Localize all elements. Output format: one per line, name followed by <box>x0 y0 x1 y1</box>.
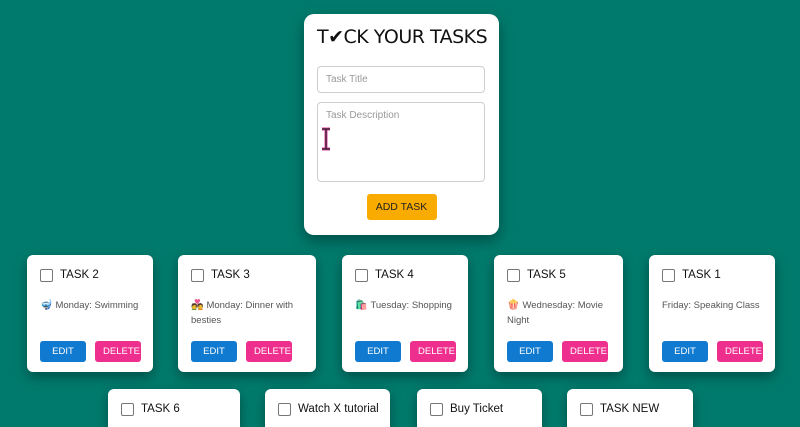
add-task-button[interactable]: ADD TASK <box>366 194 437 220</box>
text-cursor-icon <box>322 127 330 151</box>
edit-button[interactable]: EDIT <box>662 341 708 362</box>
delete-button[interactable]: DELETE <box>717 341 763 362</box>
task-checkbox[interactable] <box>507 268 520 282</box>
shopping-bags-icon: 🛍️ <box>355 300 368 311</box>
task-card: TASK NEW <box>567 389 693 427</box>
task-description: 🤿 Monday: Swimming <box>40 300 139 311</box>
task-card: TASK 3 💑 Monday: Dinner with besties EDIT… <box>178 255 316 372</box>
task-card: Buy Ticket <box>417 389 542 427</box>
delete-button[interactable]: DELETE <box>246 341 292 362</box>
task-checkbox[interactable] <box>355 268 368 282</box>
edit-button[interactable]: EDIT <box>355 341 401 362</box>
couple-icon: 💑 <box>191 300 204 311</box>
task-title-input[interactable] <box>317 66 485 93</box>
task-card: TASK 1 Friday: Speaking Class EDIT DELET… <box>649 255 775 372</box>
app-title: T✔CK YOUR TASKS <box>317 26 488 48</box>
task-checkbox[interactable] <box>121 402 134 416</box>
delete-button[interactable]: DELETE <box>410 341 456 362</box>
edit-button[interactable]: EDIT <box>191 341 237 362</box>
diving-mask-icon: 🤿 <box>40 300 53 311</box>
edit-button[interactable]: EDIT <box>507 341 553 362</box>
task-card: Watch X tutorial <box>265 389 390 427</box>
task-title: Buy Ticket <box>450 403 504 415</box>
task-checkbox[interactable] <box>40 268 53 282</box>
task-title: TASK 5 <box>527 269 566 281</box>
task-checkbox[interactable] <box>662 268 675 282</box>
task-checkbox[interactable] <box>278 402 291 416</box>
task-description: 🍿 Wednesday: Movie Night <box>507 300 604 326</box>
delete-button[interactable]: DELETE <box>562 341 608 362</box>
popcorn-icon: 🍿 <box>507 300 520 311</box>
edit-button[interactable]: EDIT <box>40 341 86 362</box>
task-checkbox[interactable] <box>580 402 593 416</box>
task-description: 💑 Monday: Dinner with besties <box>191 300 294 326</box>
add-task-form: T✔CK YOUR TASKS ADD TASK <box>304 14 499 235</box>
task-card: TASK 5 🍿 Wednesday: Movie Night EDIT DELE… <box>494 255 623 372</box>
task-description-input[interactable] <box>317 102 485 182</box>
task-checkbox[interactable] <box>191 268 204 282</box>
task-title: TASK 3 <box>211 269 250 281</box>
task-title: TASK 4 <box>375 269 414 281</box>
task-title: TASK 6 <box>141 403 180 415</box>
task-checkbox[interactable] <box>430 402 443 416</box>
task-card: TASK 4 🛍️ Tuesday: Shopping EDIT DELETE <box>342 255 468 372</box>
task-card: TASK 2 🤿 Monday: Swimming EDIT DELETE <box>27 255 153 372</box>
task-title: TASK 2 <box>60 269 99 281</box>
task-title: TASK NEW <box>600 403 660 415</box>
task-title: Watch X tutorial <box>298 403 379 415</box>
task-description: Friday: Speaking Class <box>662 300 760 311</box>
task-card: TASK 6 <box>108 389 240 427</box>
task-title: TASK 1 <box>682 269 721 281</box>
delete-button[interactable]: DELETE <box>95 341 141 362</box>
task-description: 🛍️ Tuesday: Shopping <box>355 300 452 311</box>
